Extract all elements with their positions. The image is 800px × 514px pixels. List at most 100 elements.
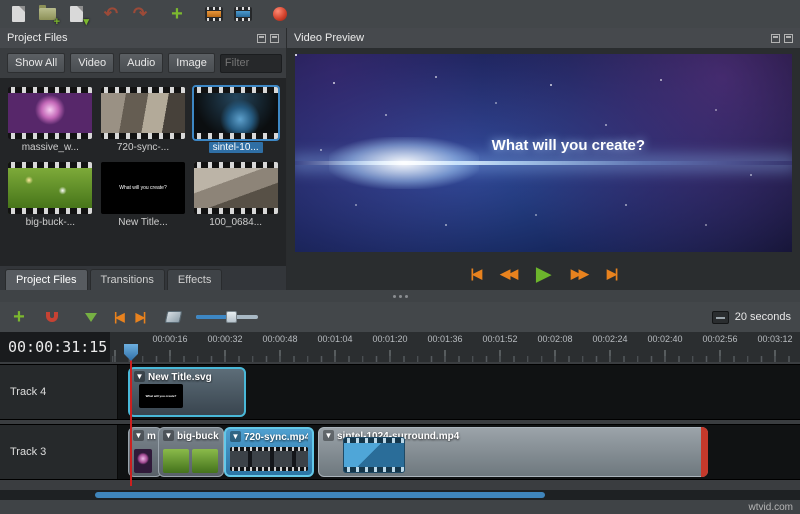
filter-input[interactable] [219,53,282,73]
main-toolbar: + ▾ ↶ ↷ + [0,0,800,28]
file-item-100-0684[interactable]: 100_0684... [192,162,279,228]
add-marker-icon[interactable] [81,307,101,327]
ruler-label: 00:02:40 [647,334,683,344]
new-project-icon[interactable] [8,4,28,24]
ruler-row: 00:00:31:15 00:00:16 00:00:32 00:00:48 0… [0,332,800,362]
tracks-area[interactable]: Track 4 ▼ New Title.svg What will you cr… [0,362,800,500]
clip-menu-chevron-icon[interactable]: ▼ [323,430,334,441]
jump-start-button[interactable]: |◀ [471,266,483,282]
stars-decoration [295,54,297,56]
file-name: big-buck-... [25,217,76,228]
clip-menu-chevron-icon[interactable]: ▼ [133,430,144,441]
zoom-scale-label: 20 seconds [734,311,791,323]
track-4-lane[interactable]: Track 4 ▼ New Title.svg What will you cr… [0,364,800,420]
clip-new-title[interactable]: ▼ New Title.svg What will you create? [128,367,246,417]
clip-menu-chevron-icon[interactable]: ▼ [230,431,241,442]
clip-menu-chevron-icon[interactable]: ▼ [163,430,174,441]
export-video-icon[interactable] [270,4,290,24]
clip-720-sync[interactable]: ▼ 720-sync.mp4 [224,427,314,477]
import-files-icon[interactable]: + [167,4,187,24]
timeline-section: + |◀ ▶| 20 seconds 00:00:31:15 00:00:16 … [0,302,800,500]
tab-project-files[interactable]: Project Files [5,269,88,290]
zoom-slider-handle[interactable] [226,311,238,323]
clip-thumbnail [343,437,405,473]
dock-tabs: Project Files Transitions Effects [0,266,286,290]
filter-row: Show All Video Audio Image [0,48,300,78]
clip-massive[interactable]: ▼ m [128,427,162,477]
playhead-timecode: 00:00:31:15 [0,332,110,362]
ruler-label: 00:02:24 [592,334,628,344]
main-row: Project Files Show All Video Audio Image [0,28,800,290]
rewind-button[interactable]: ◀◀ [500,266,518,282]
file-name: 100_0684... [209,217,263,228]
clip-thumbnail [230,447,308,471]
fast-forward-button[interactable]: ▶▶ [571,266,589,282]
file-item-720-sync[interactable]: 720-sync-... [100,87,187,153]
file-item-massive[interactable]: massive_w... [7,87,94,153]
track-3-lane[interactable]: Track 3 ▼ m ▼ big-buck- ▼ 720-sync.mp4 ▼ [0,424,800,480]
redo-icon[interactable]: ↷ [130,4,150,24]
ruler-label: 00:01:36 [427,334,463,344]
timeline-horizontal-scrollbar[interactable] [0,490,800,500]
file-thumbnail [193,162,278,214]
file-thumbnail [8,87,93,139]
playhead-line [130,359,132,486]
openshot-window: + ▾ ↶ ↷ + Project Files Show All Video A… [0,0,800,514]
file-thumbnail [8,162,93,214]
file-item-sintel[interactable]: sintel-10... [191,85,280,153]
file-name: massive_w... [21,142,79,153]
clip-label: 720-sync.mp4 [244,432,308,443]
file-item-new-title[interactable]: What will you create? New Title... [100,162,187,228]
tab-transitions[interactable]: Transitions [89,269,165,290]
open-project-icon[interactable]: + [37,4,60,28]
show-all-button[interactable]: Show All [7,53,66,73]
ruler-label: 00:00:48 [262,334,298,344]
dock-controls [257,33,279,43]
play-button[interactable]: ▶ [536,263,551,286]
project-files-title: Project Files [7,32,68,44]
ruler-label: 00:01:20 [372,334,408,344]
zoom-slider-fill [196,315,231,319]
video-area: What will you create? [287,48,800,258]
playback-controls: |◀ ◀◀ ▶ ▶▶ ▶| [287,258,800,290]
next-marker-icon[interactable]: ▶| [136,310,147,324]
float-panel-icon[interactable] [257,33,266,43]
clip-menu-chevron-icon[interactable]: ▼ [134,371,145,382]
record-circle-icon [273,7,287,21]
file-item-big-buck[interactable]: big-buck-... [7,162,94,228]
close-panel-icon[interactable] [784,33,793,43]
close-panel-icon[interactable] [270,33,279,43]
previous-marker-icon[interactable]: |◀ [114,310,125,324]
scrollbar-thumb[interactable] [95,492,545,498]
jump-end-button[interactable]: ▶| [607,266,619,282]
plus-badge-icon: + [53,16,60,28]
ruler-label: 00:00:16 [152,334,188,344]
redo-arrow-icon: ↷ [132,4,148,23]
zoom-scale-icon [711,310,729,324]
ruler-label: 00:03:12 [757,334,793,344]
save-project-icon[interactable]: ▾ [66,4,89,28]
animated-title-icon[interactable] [233,4,253,24]
clip-sintel[interactable]: ▼ sintel-1024-surround.mp4 [318,427,708,477]
undo-icon[interactable]: ↶ [101,4,121,24]
ruler-label: 00:00:32 [207,334,243,344]
razor-blade-icon [164,311,182,323]
snapping-icon[interactable] [42,307,62,327]
timeline-ruler[interactable]: 00:00:16 00:00:32 00:00:48 00:01:04 00:0… [110,332,800,362]
float-panel-icon[interactable] [771,33,780,43]
panel-splitter[interactable] [0,290,800,302]
add-track-icon[interactable]: + [9,307,29,327]
video-filter-button[interactable]: Video [70,53,115,73]
image-filter-button[interactable]: Image [168,53,215,73]
audio-filter-button[interactable]: Audio [119,53,164,73]
film-icon [234,7,252,21]
choose-profile-icon[interactable] [204,4,224,24]
clip-label: big-buck- [177,431,219,442]
title-thumb-text: What will you create? [119,185,167,191]
zoom-slider[interactable] [196,311,259,323]
clip-big-buck[interactable]: ▼ big-buck- [158,427,224,477]
track-4-label: Track 4 [0,365,118,419]
razor-tool-icon[interactable] [163,307,183,327]
tab-effects[interactable]: Effects [166,269,223,290]
film-icon [205,7,223,21]
